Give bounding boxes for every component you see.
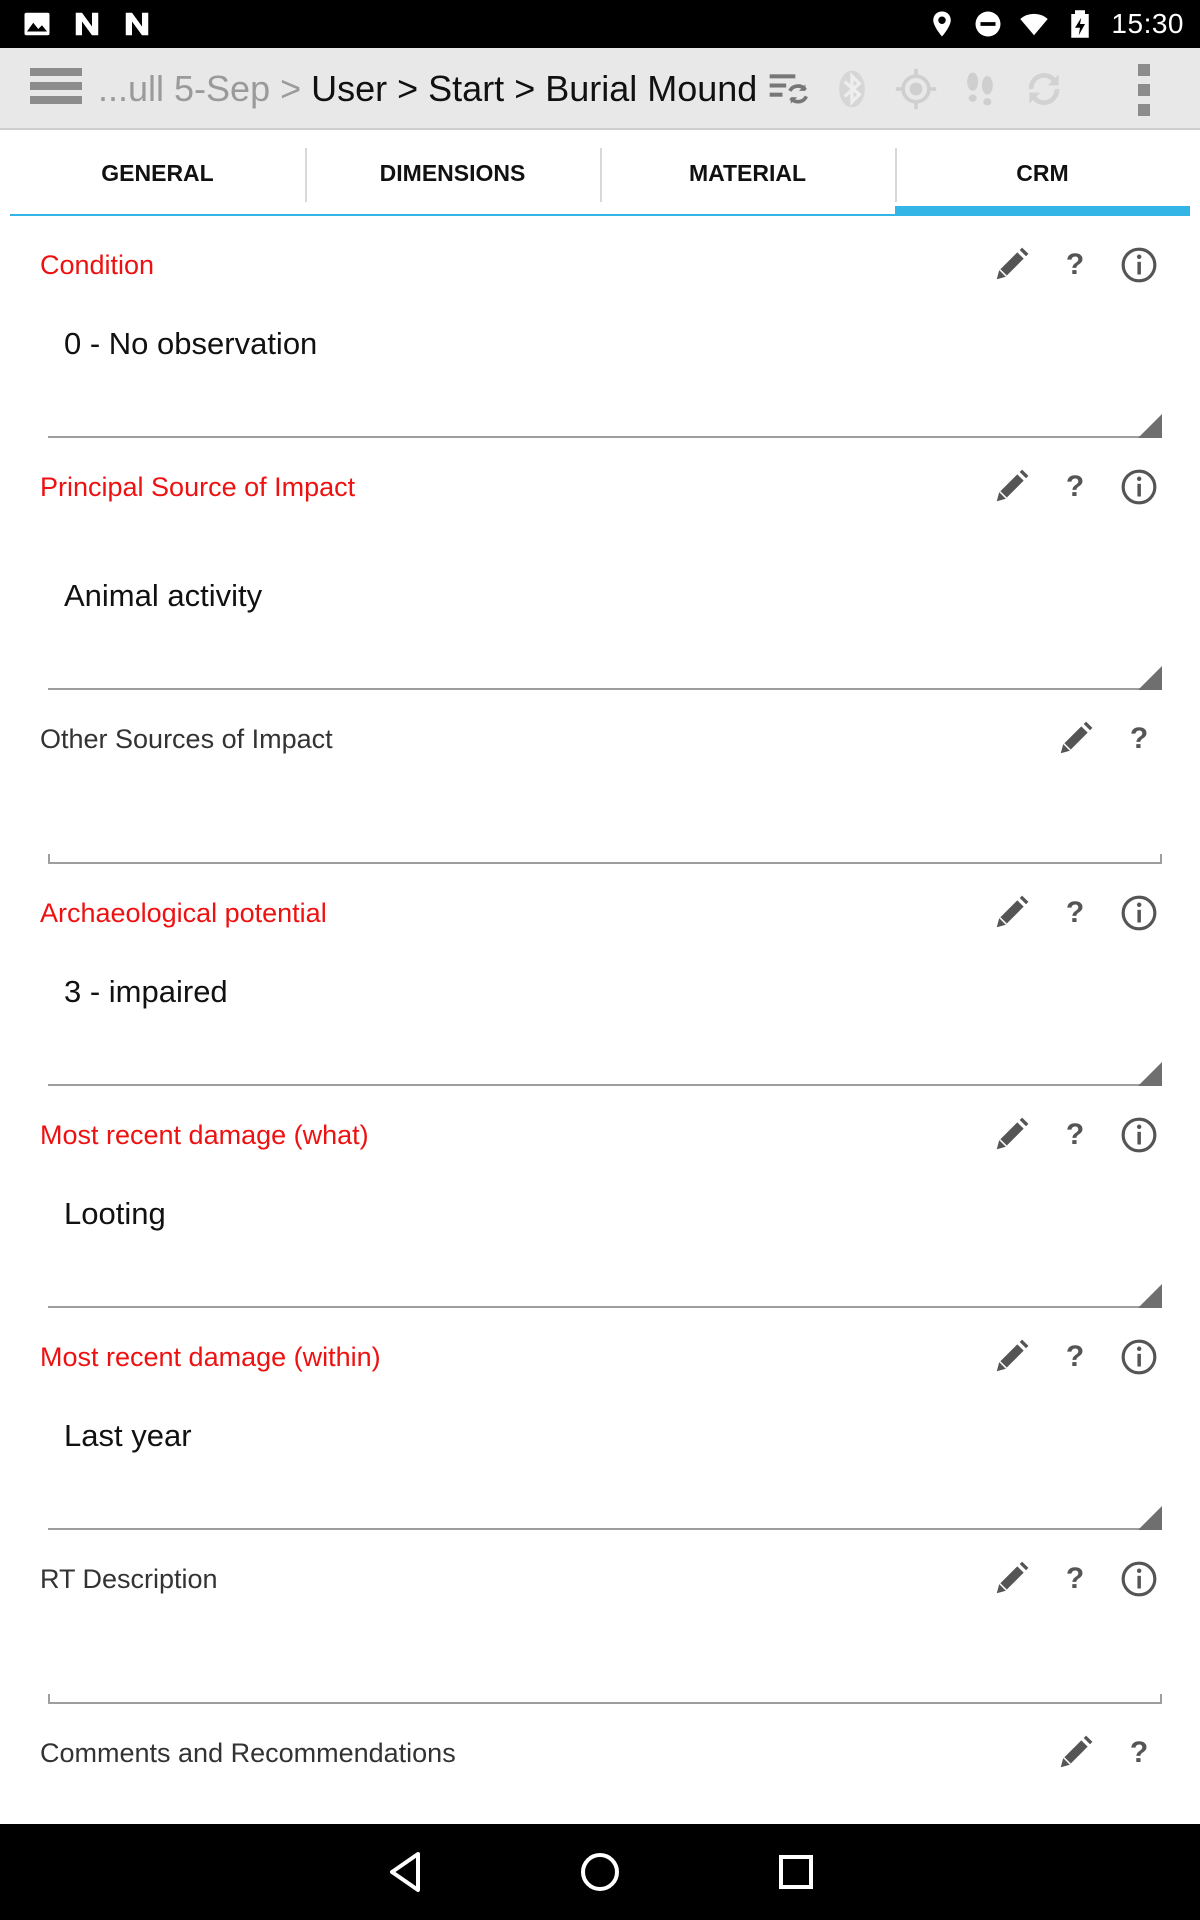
help-glyph: ? <box>1129 722 1149 755</box>
field-actions: ? <box>990 1114 1160 1156</box>
field-actions: ? <box>990 1336 1160 1378</box>
field-most-recent-damage-what: Most recent damage (what)? Looting <box>10 1086 1190 1308</box>
text-input[interactable] <box>48 854 1162 864</box>
help-icon[interactable]: ? <box>1054 466 1096 508</box>
field-archaeological-potential: Archaeological potential? 3 - impaired <box>10 864 1190 1086</box>
dropdown-arrow-icon[interactable] <box>1138 414 1162 438</box>
help-icon[interactable]: ? <box>1054 892 1096 934</box>
field-label: Most recent damage (what) <box>40 1120 369 1150</box>
tab-material[interactable]: MATERIAL <box>600 132 895 216</box>
field-comments-and-recommendations: Comments and Recommendations? <box>10 1704 1190 1824</box>
gps-target-icon[interactable] <box>884 62 948 116</box>
action-bar: ...ull 5-Sep > User > Start > Burial Mou… <box>0 48 1200 130</box>
recents-icon[interactable] <box>766 1842 826 1902</box>
dropdown-arrow-icon[interactable] <box>1138 666 1162 690</box>
tab-general[interactable]: GENERAL <box>10 132 305 216</box>
battery-charging-icon <box>1065 9 1095 39</box>
breadcrumb-truncated[interactable]: ...ull 5-Sep > <box>98 68 311 109</box>
status-time: 15:30 <box>1111 8 1184 39</box>
sync-list-icon[interactable] <box>756 62 820 116</box>
field-value[interactable]: 3 - impaired <box>64 972 228 1012</box>
refresh-icon[interactable] <box>1012 62 1076 116</box>
field-value[interactable]: 0 - No observation <box>64 324 317 364</box>
footsteps-icon[interactable] <box>948 62 1012 116</box>
field-label: RT Description <box>40 1564 218 1594</box>
pencil-icon[interactable] <box>990 466 1032 508</box>
tab-crm[interactable]: CRM <box>895 132 1190 216</box>
n-notification-icon <box>72 9 102 39</box>
field-label: Condition <box>40 250 155 280</box>
pencil-icon[interactable] <box>990 892 1032 934</box>
help-icon[interactable]: ? <box>1054 244 1096 286</box>
field-other-sources-of-impact: Other Sources of Impact? <box>10 690 1190 864</box>
help-glyph: ? <box>1065 248 1085 281</box>
help-icon[interactable]: ? <box>1118 1732 1160 1774</box>
status-bar: 15:30 <box>0 0 1200 48</box>
help-glyph: ? <box>1065 896 1085 929</box>
info-icon[interactable] <box>1118 892 1160 934</box>
pencil-icon[interactable] <box>1054 718 1096 760</box>
text-input[interactable] <box>48 1694 1162 1704</box>
help-icon[interactable]: ? <box>1118 718 1160 760</box>
info-icon[interactable] <box>1118 1558 1160 1600</box>
breadcrumb-current[interactable]: User > Start > Burial Mound <box>311 68 757 109</box>
field-actions: ? <box>990 1558 1160 1600</box>
wifi-icon <box>1019 9 1049 39</box>
navigation-bar <box>0 1824 1200 1920</box>
field-most-recent-damage-within: Most recent damage (within)? Last year <box>10 1308 1190 1530</box>
help-glyph: ? <box>1065 1340 1085 1373</box>
field-label: Archaeological potential <box>40 898 327 928</box>
status-notifications <box>22 10 152 38</box>
field-actions: ? <box>990 892 1160 934</box>
pencil-icon[interactable] <box>990 244 1032 286</box>
menu-icon[interactable] <box>30 68 82 110</box>
n-notification-icon <box>122 9 152 39</box>
dropdown-arrow-icon[interactable] <box>1138 1284 1162 1308</box>
back-icon[interactable] <box>376 1842 436 1902</box>
help-glyph: ? <box>1129 1736 1149 1769</box>
field-label: Most recent damage (within) <box>40 1342 381 1372</box>
field-actions: ? <box>1054 718 1160 760</box>
info-icon[interactable] <box>1118 1336 1160 1378</box>
pencil-icon[interactable] <box>990 1336 1032 1378</box>
home-icon[interactable] <box>570 1842 630 1902</box>
field-actions: ? <box>990 466 1160 508</box>
action-bar-icons <box>756 62 1076 116</box>
help-glyph: ? <box>1065 1118 1085 1151</box>
field-value[interactable]: Looting <box>64 1194 166 1234</box>
pencil-icon[interactable] <box>1054 1732 1096 1774</box>
pencil-icon[interactable] <box>990 1558 1032 1600</box>
info-icon[interactable] <box>1118 244 1160 286</box>
info-icon[interactable] <box>1118 466 1160 508</box>
help-glyph: ? <box>1065 1562 1085 1595</box>
bluetooth-icon[interactable] <box>820 62 884 116</box>
help-icon[interactable]: ? <box>1054 1558 1096 1600</box>
location-icon <box>927 9 957 39</box>
tab-bar: GENERAL DIMENSIONS MATERIAL CRM <box>10 132 1190 216</box>
field-principal-source-of-impact: Principal Source of Impact? Animal activi… <box>10 438 1190 690</box>
help-icon[interactable]: ? <box>1054 1114 1096 1156</box>
field-value[interactable]: Animal activity <box>64 576 262 616</box>
overflow-menu-icon[interactable] <box>1138 64 1154 116</box>
pencil-icon[interactable] <box>990 1114 1032 1156</box>
field-label: Comments and Recommendations <box>40 1738 456 1768</box>
dropdown-arrow-icon[interactable] <box>1138 1506 1162 1530</box>
image-icon <box>22 9 52 39</box>
field-value[interactable]: Last year <box>64 1416 192 1456</box>
field-label: Principal Source of Impact <box>40 472 356 502</box>
crm-form: Condition? 0 - No observation Principal So… <box>10 216 1190 1824</box>
dropdown-arrow-icon[interactable] <box>1138 1062 1162 1086</box>
field-condition: Condition? 0 - No observation <box>10 216 1190 438</box>
info-icon[interactable] <box>1118 1114 1160 1156</box>
field-actions: ? <box>1054 1732 1160 1774</box>
field-rt-description: RT Description? <box>10 1530 1190 1704</box>
status-system: 15:30 <box>927 8 1184 40</box>
field-actions: ? <box>990 244 1160 286</box>
field-label: Other Sources of Impact <box>40 724 333 754</box>
do-not-disturb-icon <box>973 9 1003 39</box>
help-icon[interactable]: ? <box>1054 1336 1096 1378</box>
tab-dimensions[interactable]: DIMENSIONS <box>305 132 600 216</box>
help-glyph: ? <box>1065 470 1085 503</box>
breadcrumb[interactable]: ...ull 5-Sep > User > Start > Burial Mou… <box>98 68 757 110</box>
